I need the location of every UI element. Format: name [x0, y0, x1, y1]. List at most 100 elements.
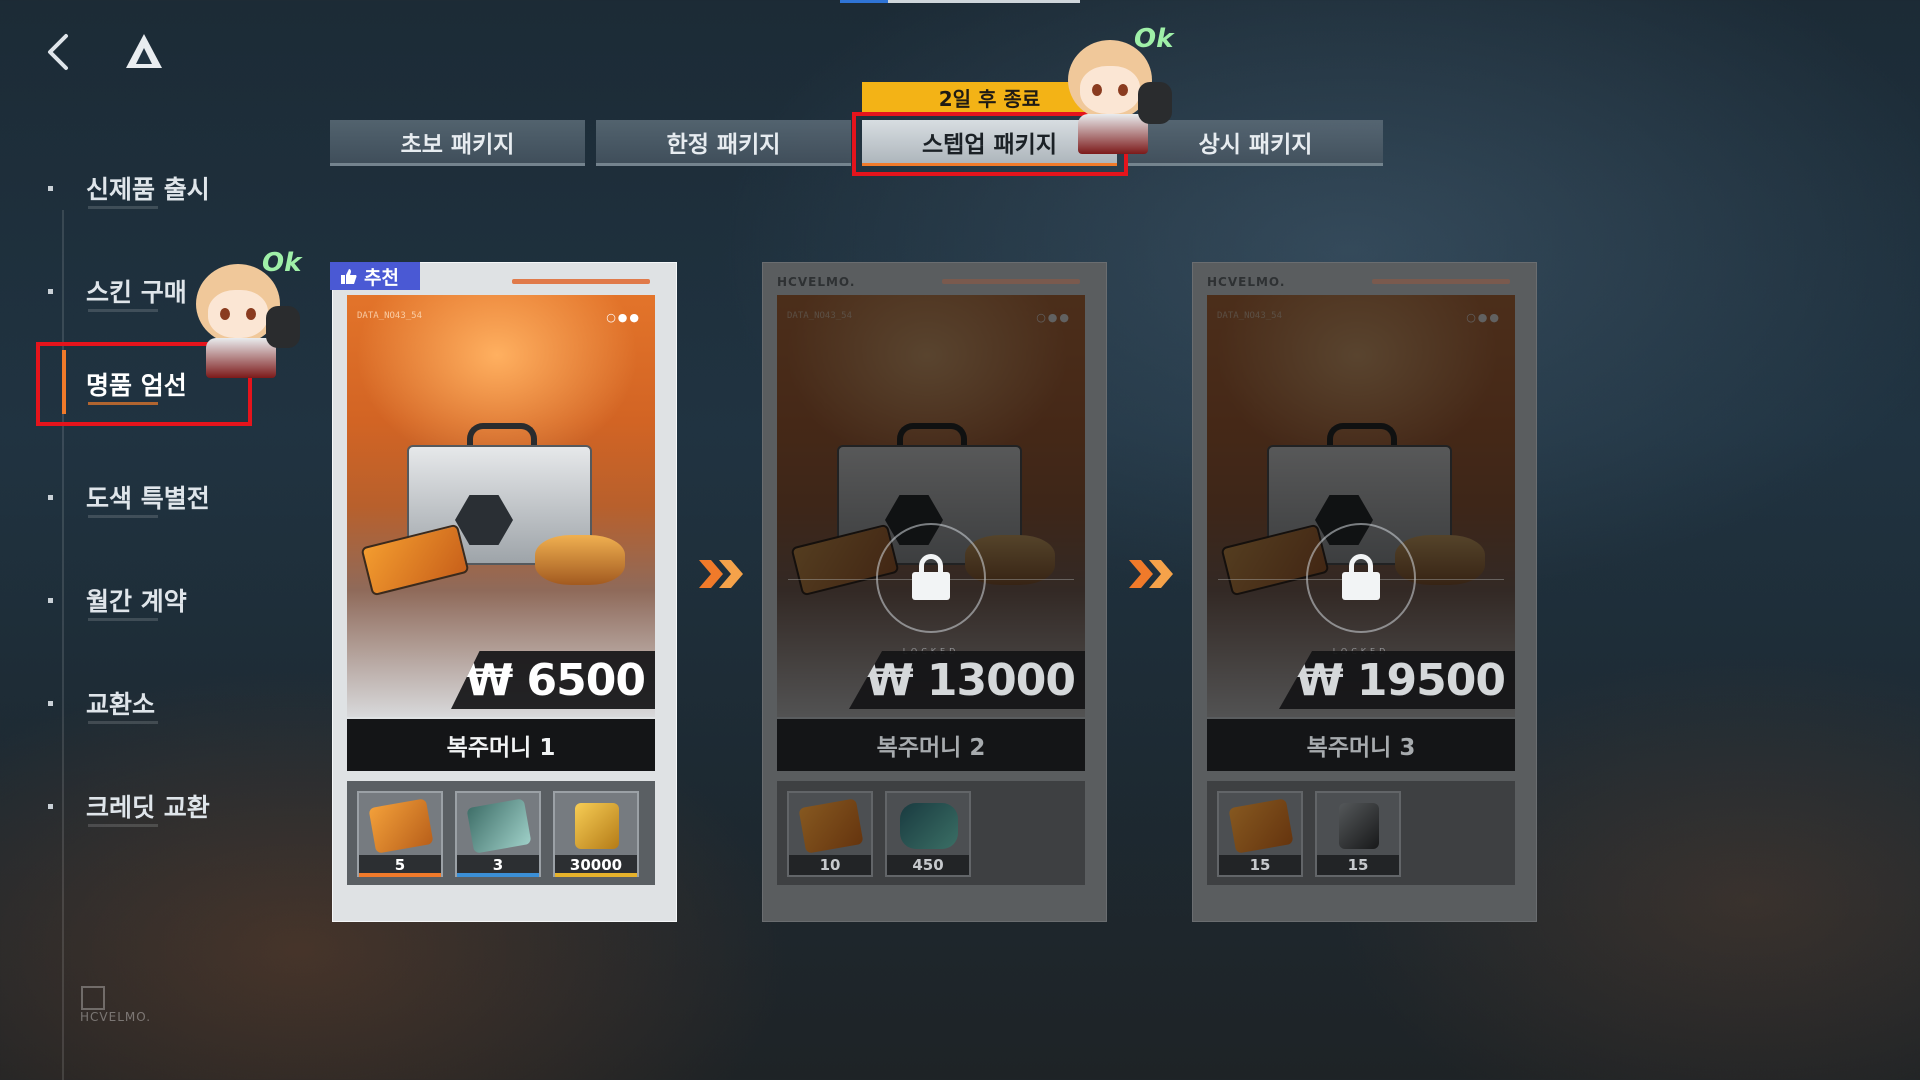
badge-label: 추천: [364, 266, 399, 289]
lock-shackle: [919, 554, 943, 576]
orange-card-icon: [1228, 798, 1294, 854]
chevron-double-right-icon: [1129, 560, 1173, 588]
reward-qty: 10: [789, 855, 871, 875]
card-accent-bar: [1372, 279, 1510, 284]
orange-card-icon: [798, 798, 864, 854]
recommended-badge: 추천: [330, 262, 420, 290]
card-brand: HCVELMO.: [777, 275, 856, 289]
mascot-face: [1080, 66, 1140, 114]
sidebar-item-label: 월간 계약: [86, 587, 187, 616]
sidebar-item-subline: [88, 721, 158, 724]
bullet: [48, 598, 53, 603]
reward-list: 10 450: [777, 781, 1085, 885]
art-data-code: DATA_NO43_54: [1217, 311, 1283, 321]
art-data-code: DATA_NO43_54: [787, 311, 853, 321]
mascot-ok-text: Ok: [1134, 24, 1174, 54]
reward-qty: 15: [1317, 855, 1399, 875]
bullet: [48, 804, 53, 809]
brand-mark-icon: [81, 986, 105, 1010]
sidebar-item-credit-exchange[interactable]: 크레딧 교환: [48, 778, 248, 848]
sidebar-item-subline: [88, 618, 158, 621]
sidebar-item-subline: [88, 309, 158, 312]
sidebar-item-subline: [88, 206, 158, 209]
price-tag: ₩ 13000: [849, 651, 1085, 709]
mascot-eye: [220, 308, 230, 320]
sidebar-footer-logo: HCVELMO.: [62, 975, 162, 1045]
lock-icon: LOCKED: [1218, 523, 1504, 656]
sidebar-item-new-release[interactable]: 신제품 출시: [48, 160, 248, 230]
sidebar-item-monthly-contract[interactable]: 월간 계약: [48, 572, 248, 642]
sidebar-rail: [62, 210, 64, 1080]
reward-qty: 5: [359, 855, 441, 875]
reward-item[interactable]: 450: [885, 791, 971, 877]
mascot-body: [206, 338, 276, 378]
back-button[interactable]: [38, 30, 78, 74]
reward-list: 15 15: [1207, 781, 1515, 885]
chevron-double-right-icon: [699, 560, 743, 588]
reward-item[interactable]: 5: [357, 791, 443, 877]
dark-chip-icon: [1339, 803, 1379, 849]
art-dots-icon: ○●●: [1466, 311, 1501, 324]
sidebar-item-label: 스킨 구매: [86, 278, 187, 307]
mascot-body: [1078, 114, 1148, 154]
art-dots-icon: ○●●: [606, 311, 641, 324]
package-name: 복주머니 3: [1207, 719, 1515, 771]
price-tag: ₩ 6500: [451, 651, 655, 709]
art-dots-icon: ○●●: [1036, 311, 1071, 324]
reward-item[interactable]: 15: [1315, 791, 1401, 877]
triangle-logo-icon: [126, 34, 162, 68]
gold-bar-icon: [575, 803, 619, 849]
reward-qty: 450: [887, 855, 969, 875]
sidebar-item-exchange[interactable]: 교환소: [48, 675, 248, 745]
lock-body: [912, 554, 950, 600]
sidebar-item-label: 교환소: [86, 690, 156, 719]
top-indicator: [840, 0, 1080, 3]
bullet: [48, 289, 53, 294]
lock-body: [1342, 554, 1380, 600]
ok-hand-icon: [1138, 82, 1172, 124]
sidebar-item-label: 크레딧 교환: [86, 793, 210, 822]
reward-item[interactable]: 3: [455, 791, 541, 877]
price-tag: ₩ 19500: [1279, 651, 1515, 709]
mascot-sticker-tab: Ok: [1058, 22, 1178, 154]
package-name: 복주머니 1: [347, 719, 655, 771]
package-card-1[interactable]: DATA_NO43_54 ○●● ₩ 6500 복주머니 1 5 3 30000: [332, 262, 677, 922]
package-card-3[interactable]: HCVELMO. DATA_NO43_54 ○●● LOCKED ₩ 19500…: [1192, 262, 1537, 922]
home-logo[interactable]: [122, 30, 166, 74]
chevron-left-icon: [48, 34, 68, 70]
mascot-face: [208, 290, 268, 338]
bullet: [48, 701, 53, 706]
sidebar-item-paint-special[interactable]: 도색 특별전: [48, 469, 248, 539]
sidebar-item-label: 신제품 출시: [86, 175, 210, 204]
rarity-bar: [359, 873, 441, 877]
footer-brand: HCVELMO.: [80, 1010, 152, 1024]
rarity-bar: [457, 873, 539, 877]
tab-limited-package[interactable]: 한정 패키지: [596, 120, 851, 166]
rarity-bar: [555, 873, 637, 877]
thumbs-up-icon: [341, 269, 357, 284]
reward-item[interactable]: 10: [787, 791, 873, 877]
art-data-code: DATA_NO43_54: [357, 311, 423, 321]
package-card-2[interactable]: HCVELMO. DATA_NO43_54 ○●● LOCKED ₩ 13000…: [762, 262, 1107, 922]
sidebar-item-subline: [88, 824, 158, 827]
tab-beginner-package[interactable]: 초보 패키지: [330, 120, 585, 166]
lock-icon: LOCKED: [788, 523, 1074, 656]
bullet: [48, 186, 53, 191]
reward-qty: 3: [457, 855, 539, 875]
orange-card-icon: [368, 798, 434, 854]
card-accent-bar: [942, 279, 1080, 284]
reward-item[interactable]: 15: [1217, 791, 1303, 877]
reward-qty: 30000: [555, 855, 637, 875]
reward-item[interactable]: 30000: [553, 791, 639, 877]
mascot-sticker-sidebar: Ok: [186, 246, 306, 378]
card-brand: HCVELMO.: [1207, 275, 1286, 289]
sidebar-item-subline: [88, 515, 158, 518]
bullet: [48, 495, 53, 500]
package-name: 복주머니 2: [777, 719, 1085, 771]
reward-list: 5 3 30000: [347, 781, 655, 885]
lock-shackle: [1349, 554, 1373, 576]
card-accent-bar: [512, 279, 650, 284]
chip-key-icon: [466, 798, 532, 854]
ok-hand-icon: [266, 306, 300, 348]
teal-crystal-icon: [900, 803, 958, 849]
